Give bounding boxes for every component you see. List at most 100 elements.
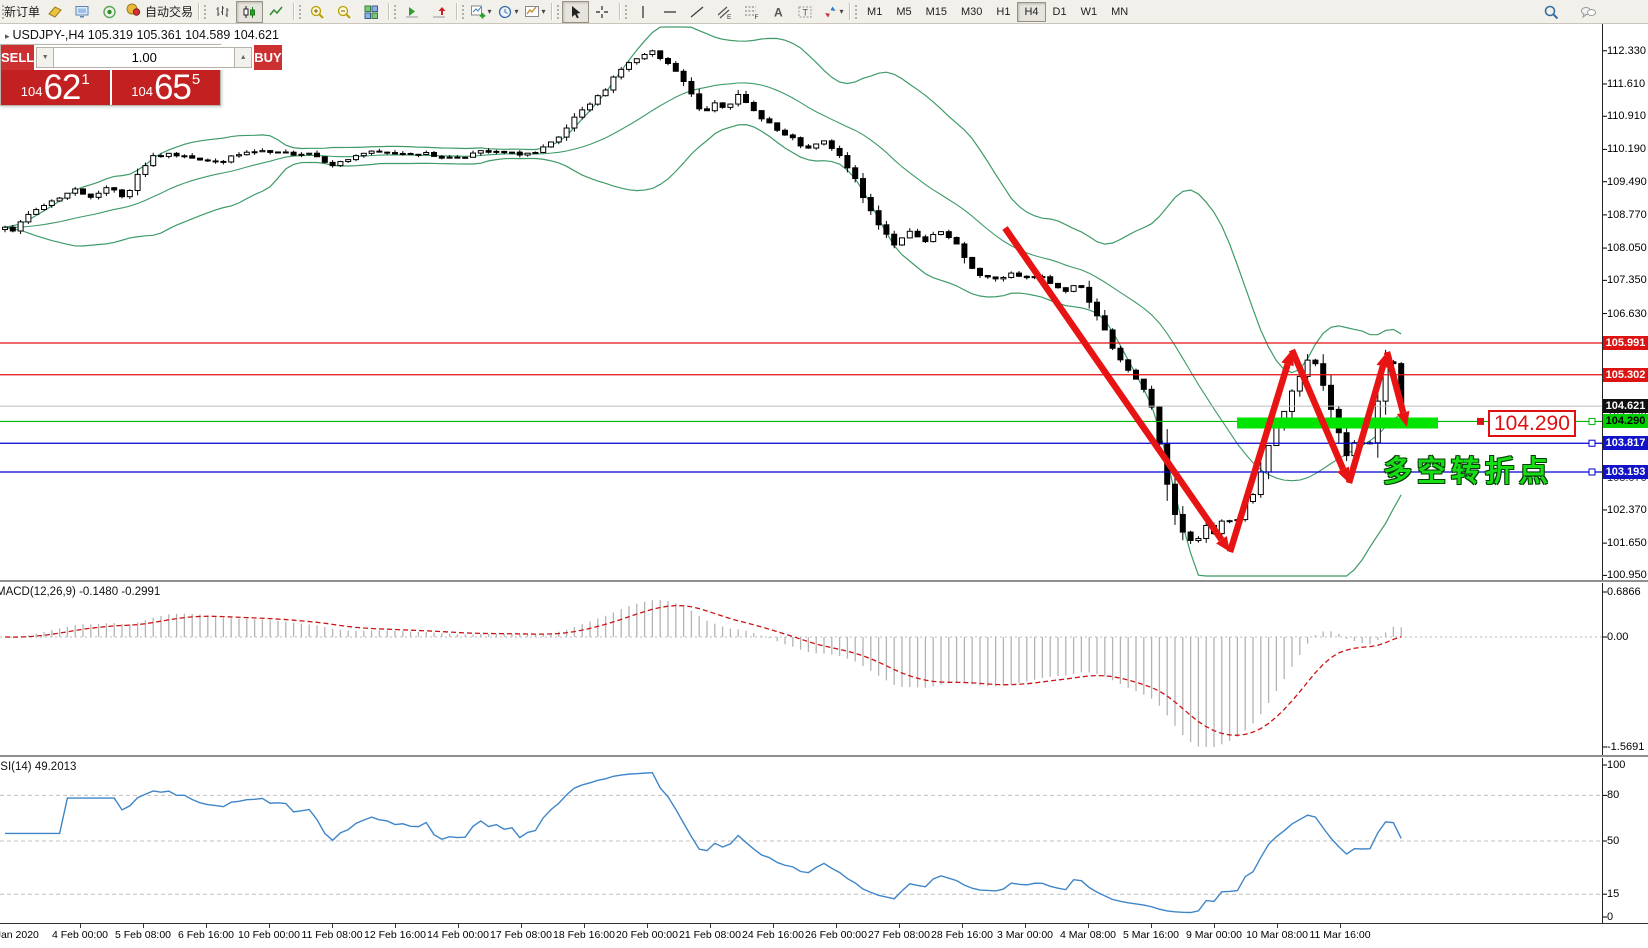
timeframe-h1-button[interactable]: H1	[989, 2, 1017, 22]
buy-price[interactable]: 104 65 5	[112, 70, 221, 105]
timeframe-m5-button[interactable]: M5	[889, 2, 918, 22]
crosshair-button[interactable]	[589, 1, 616, 23]
equidistant-channel-button[interactable]: E	[711, 1, 738, 23]
line-chart-button[interactable]	[263, 1, 290, 23]
auto-scroll-button[interactable]	[399, 1, 426, 23]
toolbar-drag-handle[interactable]	[299, 5, 301, 19]
timeframe-m15-button[interactable]: M15	[919, 2, 954, 22]
dropdown-arrow-icon[interactable]: ▾	[542, 7, 546, 16]
toolbar-drag-handle[interactable]	[855, 5, 857, 19]
timeframe-w1-button[interactable]: W1	[1074, 2, 1105, 22]
zoom-out-button[interactable]	[331, 1, 358, 23]
terminal-button[interactable]	[69, 1, 96, 23]
price-line-badge[interactable]: 105.302	[1603, 368, 1648, 382]
text-label-button[interactable]: T	[792, 1, 819, 23]
autotrading-button[interactable]: 自动交易	[123, 1, 195, 23]
price-tick-label: 100.950	[1607, 569, 1647, 581]
chat-button[interactable]	[1575, 1, 1602, 23]
tile-windows-icon	[363, 4, 380, 20]
tile-windows-button[interactable]	[358, 1, 385, 23]
periods-icon	[497, 4, 514, 20]
cursor-button[interactable]	[562, 1, 589, 23]
volume-input[interactable]	[54, 47, 234, 68]
price-line-badge[interactable]: 104.290	[1603, 414, 1648, 428]
templates-button[interactable]: ▾	[521, 1, 548, 23]
autotrading-icon	[125, 1, 142, 22]
toolbar-drag-handle[interactable]	[462, 5, 464, 19]
bar-chart-button[interactable]	[209, 1, 236, 23]
main-price-pane[interactable]	[0, 24, 1602, 580]
new-order-tag-button[interactable]	[42, 1, 69, 23]
terminal-icon	[74, 4, 91, 20]
periods-button[interactable]: ▾	[494, 1, 521, 23]
timeframe-d1-button[interactable]: D1	[1046, 2, 1074, 22]
time-axis-tick	[962, 924, 963, 928]
toolbar-separator	[849, 3, 850, 20]
price-tick-label: 107.350	[1607, 274, 1647, 286]
price-line-badge[interactable]: 105.991	[1603, 336, 1648, 350]
time-axis-label: 11 Mar 16:00	[1298, 929, 1382, 941]
vertical-line-button[interactable]	[630, 1, 657, 23]
toolbar-drag-handle[interactable]	[557, 5, 559, 19]
search-button[interactable]	[1538, 1, 1565, 23]
macd-pane[interactable]	[0, 582, 1602, 755]
fibonacci-button[interactable]: F	[738, 1, 765, 23]
zoom-out-icon	[336, 4, 353, 20]
timeframe-mn-button[interactable]: MN	[1104, 2, 1135, 22]
volume-decrease-button[interactable]: ▼	[36, 47, 54, 68]
zoom-in-icon	[309, 4, 326, 20]
timeframe-h4-button[interactable]: H4	[1017, 2, 1045, 22]
volume-increase-button[interactable]: ▲	[234, 47, 252, 68]
cn-annotation-text[interactable]: 多空转折点	[1383, 448, 1553, 490]
toolbar-separator	[388, 3, 389, 20]
support-price-label[interactable]: 104.290	[1488, 410, 1576, 437]
sell-price[interactable]: 104 62 1	[1, 70, 112, 105]
dropdown-arrow-icon[interactable]: ▾	[488, 7, 492, 16]
collapse-arrow-icon[interactable]: ▸	[5, 31, 10, 41]
price-line-badge[interactable]: 103.193	[1603, 465, 1648, 479]
text-label-icon: T	[797, 4, 814, 20]
timeframe-m30-button[interactable]: M30	[954, 2, 989, 22]
rsi-pane[interactable]	[0, 757, 1602, 923]
rsi-tick-label: 80	[1607, 789, 1619, 801]
time-axis-tick	[458, 924, 459, 928]
zoom-in-button[interactable]	[304, 1, 331, 23]
sell-button[interactable]: SELL	[1, 45, 34, 70]
rsi-tick-label: 100	[1607, 759, 1625, 771]
svg-text:F: F	[755, 14, 759, 20]
toolbar-separator	[551, 3, 552, 20]
toolbar-drag-handle[interactable]	[394, 5, 396, 19]
toolbar-drag-handle[interactable]	[204, 5, 206, 19]
time-axis-tick	[1088, 924, 1089, 928]
toolbar-drag-handle[interactable]	[625, 5, 627, 19]
auto-scroll-icon	[404, 4, 421, 20]
time-axis-tick	[332, 924, 333, 928]
trend-line-button[interactable]	[684, 1, 711, 23]
autotrading-icon	[125, 1, 142, 17]
new-order-button[interactable]: 新订单	[0, 1, 42, 23]
price-line-badge[interactable]: 103.817	[1603, 436, 1648, 450]
fibonacci-icon: F	[743, 4, 760, 20]
strategy-signal-button[interactable]	[96, 1, 123, 23]
price-line-badge[interactable]: 104.621	[1603, 399, 1648, 413]
time-axis-tick	[80, 924, 81, 928]
candle-chart-icon	[241, 4, 258, 20]
pane-separator[interactable]	[0, 755, 1648, 757]
text-button[interactable]: A	[765, 1, 792, 23]
timeframe-m1-button[interactable]: M1	[860, 2, 889, 22]
chart-shift-button[interactable]	[426, 1, 453, 23]
volume-box: ▼ ▲	[34, 45, 254, 70]
time-axis-tick	[773, 924, 774, 928]
arrows-button[interactable]: ▾	[819, 1, 846, 23]
dropdown-arrow-icon[interactable]: ▾	[515, 7, 519, 16]
price-tick-label: 111.610	[1607, 78, 1645, 90]
pane-separator[interactable]	[0, 580, 1648, 582]
candle-chart-button[interactable]	[236, 1, 263, 23]
arrows-icon	[822, 4, 839, 20]
toolbar-separator	[456, 3, 457, 20]
horizontal-line-button[interactable]	[657, 1, 684, 23]
indicators-button[interactable]: ▾	[467, 1, 494, 23]
dropdown-arrow-icon[interactable]: ▾	[840, 7, 844, 16]
buy-button[interactable]: BUY	[254, 45, 281, 70]
time-axis-tick	[206, 924, 207, 928]
